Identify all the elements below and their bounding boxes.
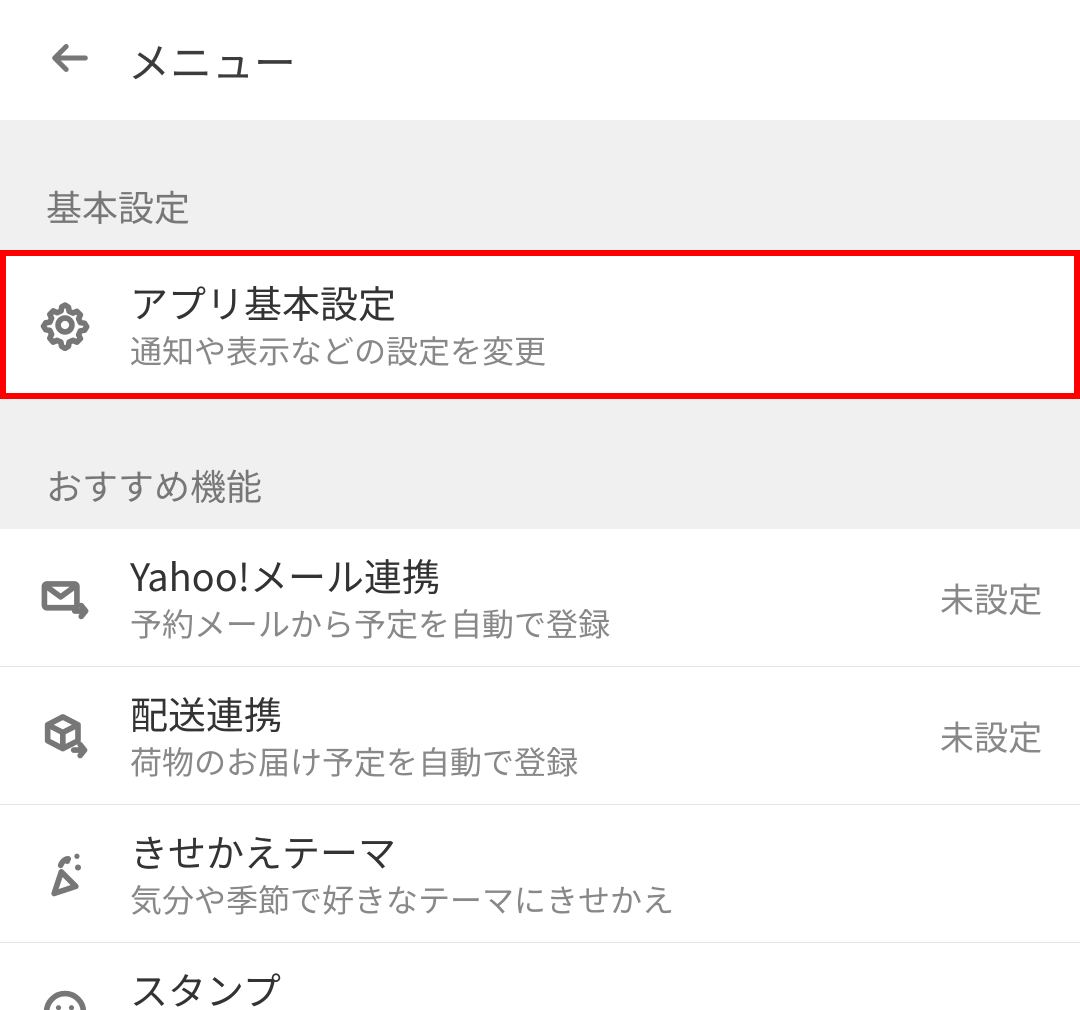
header-title: メニュー: [128, 30, 296, 91]
menu-item-texts: スタンプ スタンプの追加と管理: [130, 965, 1042, 1010]
menu-item-theme[interactable]: きせかえテーマ 気分や季節で好きなテーマにきせかえ: [0, 804, 1080, 942]
smile-icon: [36, 983, 94, 1010]
app-header: メニュー: [0, 0, 1080, 120]
menu-item-title: きせかえテーマ: [130, 827, 1042, 875]
menu-item-subtitle: 気分や季節で好きなテーマにきせかえ: [130, 879, 1042, 921]
menu-item-status: 未設定: [940, 573, 1042, 622]
menu-item-app-basic-settings[interactable]: アプリ基本設定 通知や表示などの設定を変更: [0, 250, 1080, 399]
menu-item-yahoo-mail[interactable]: Yahoo!メール連携 予約メールから予定を自動で登録 未設定: [0, 529, 1080, 666]
gear-icon: [36, 296, 94, 354]
menu-item-texts: Yahoo!メール連携 予約メールから予定を自動で登録: [130, 551, 922, 644]
menu-item-subtitle: 荷物のお届け予定を自動で登録: [130, 741, 922, 783]
menu-item-title: Yahoo!メール連携: [130, 551, 922, 599]
list-recommended: Yahoo!メール連携 予約メールから予定を自動で登録 未設定 配送連携 荷物の…: [0, 529, 1080, 1010]
menu-item-title: スタンプ: [130, 965, 1042, 1010]
menu-item-texts: きせかえテーマ 気分や季節で好きなテーマにきせかえ: [130, 827, 1042, 920]
package-arrow-icon: [36, 707, 94, 765]
section-header-basic: 基本設定: [0, 120, 1080, 250]
section-header-recommended: おすすめ機能: [0, 399, 1080, 529]
menu-item-status: 未設定: [940, 711, 1042, 760]
menu-item-title: 配送連携: [130, 689, 922, 737]
menu-item-stamp[interactable]: スタンプ スタンプの追加と管理: [0, 942, 1080, 1010]
menu-item-subtitle: 予約メールから予定を自動で登録: [130, 603, 922, 645]
party-popper-icon: [36, 845, 94, 903]
menu-item-texts: 配送連携 荷物のお届け予定を自動で登録: [130, 689, 922, 782]
list-basic: アプリ基本設定 通知や表示などの設定を変更: [0, 250, 1080, 399]
menu-item-texts: アプリ基本設定 通知や表示などの設定を変更: [130, 278, 1042, 371]
back-button[interactable]: [40, 30, 100, 90]
menu-item-delivery[interactable]: 配送連携 荷物のお届け予定を自動で登録 未設定: [0, 666, 1080, 804]
menu-item-title: アプリ基本設定: [130, 278, 1042, 326]
menu-item-subtitle: 通知や表示などの設定を変更: [130, 330, 1042, 372]
arrow-left-icon: [47, 35, 93, 86]
mail-arrow-icon: [36, 569, 94, 627]
